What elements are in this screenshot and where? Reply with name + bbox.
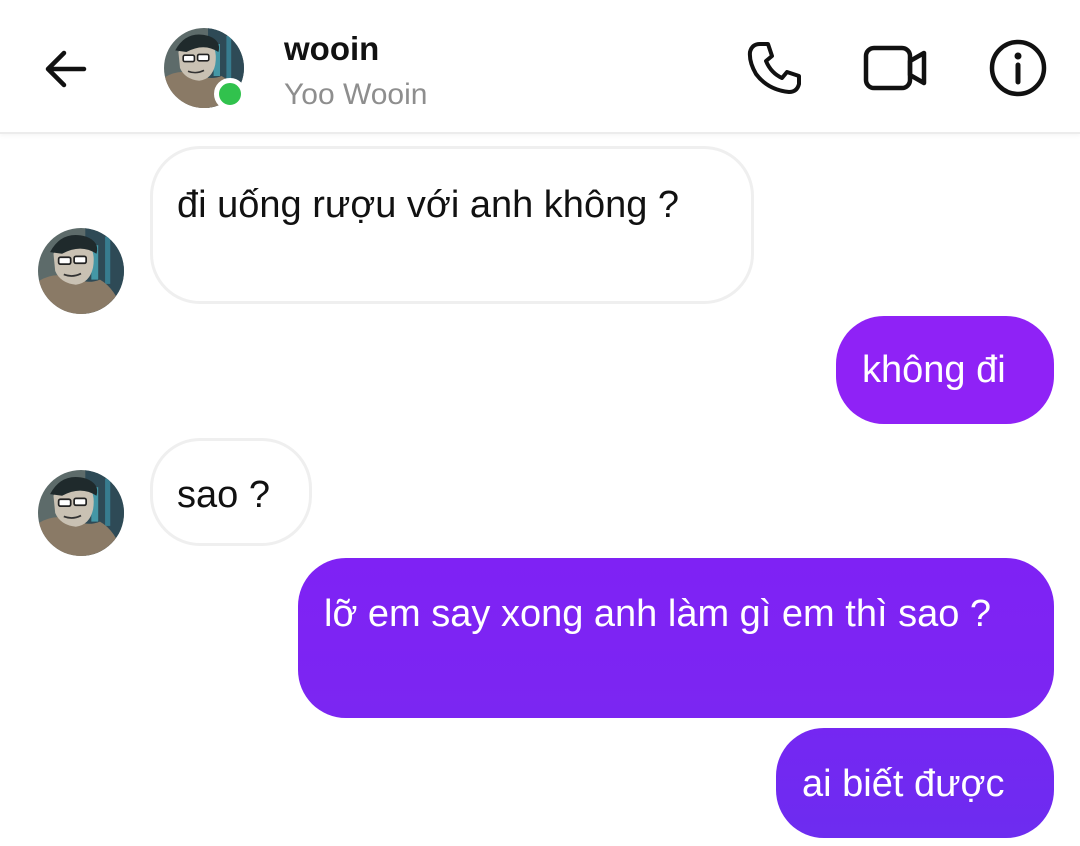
online-status-dot [214, 78, 246, 110]
info-icon [989, 39, 1047, 97]
incoming-message[interactable]: sao ? [150, 438, 312, 546]
outgoing-message[interactable]: ai biết được [776, 728, 1054, 838]
sender-avatar[interactable] [38, 228, 124, 314]
contact-name[interactable]: wooin [284, 30, 379, 68]
video-camera-icon [863, 45, 927, 91]
video-call-button[interactable] [862, 38, 927, 98]
contact-subtitle: Yoo Wooin [284, 78, 428, 111]
info-button[interactable] [988, 38, 1048, 98]
sender-avatar[interactable] [38, 470, 124, 556]
call-button[interactable] [744, 38, 804, 98]
outgoing-message[interactable]: lỡ em say xong anh làm gì em thì sao ? [298, 558, 1054, 718]
chat-header: wooin Yoo Wooin [0, 0, 1080, 134]
outgoing-message[interactable]: không đi [836, 316, 1054, 424]
incoming-message[interactable]: đi uống rượu với anh không ? [150, 146, 754, 304]
arrow-left-icon [45, 50, 87, 88]
phone-icon [747, 42, 801, 94]
back-button[interactable] [40, 44, 90, 94]
